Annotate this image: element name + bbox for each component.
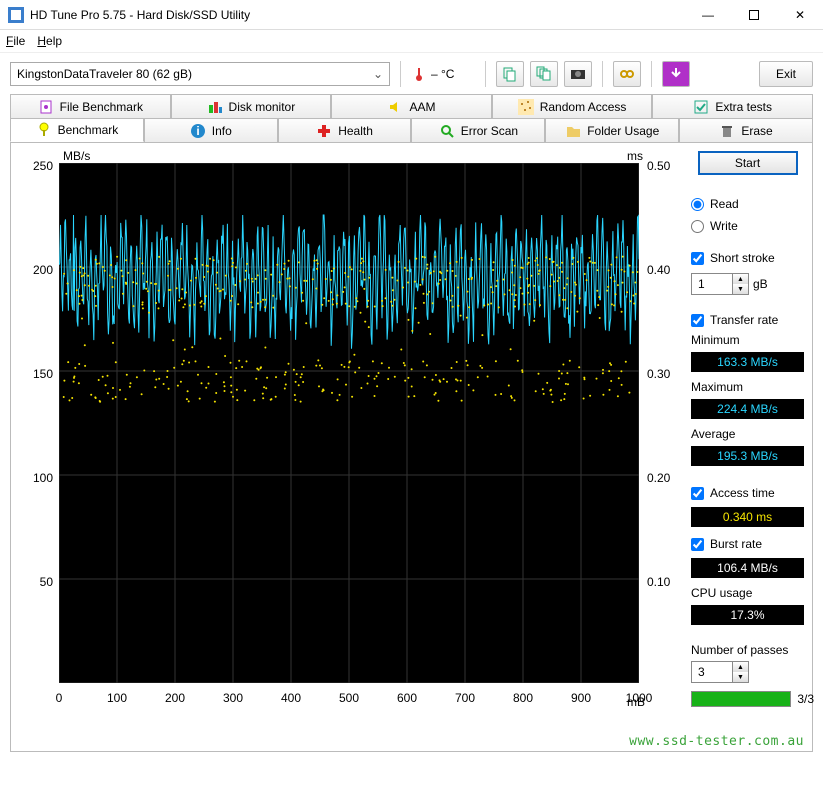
tab-erase[interactable]: Erase (679, 118, 813, 142)
average-label: Average (691, 427, 804, 441)
trash-icon (719, 123, 735, 139)
settings-button[interactable] (613, 61, 641, 87)
start-button[interactable]: Start (698, 151, 798, 175)
minimum-value: 163.3 MB/s (691, 352, 804, 372)
camera-icon (570, 66, 586, 82)
file-benchmark-icon (38, 99, 54, 115)
passes-progress-text: 3/3 (797, 692, 814, 706)
separator (651, 61, 652, 87)
write-radio[interactable]: Write (691, 219, 804, 233)
search-icon (439, 123, 455, 139)
svg-text:i: i (196, 124, 199, 138)
menu-file[interactable]: File (6, 34, 25, 48)
close-button[interactable]: ✕ (777, 0, 823, 30)
link-icon (619, 66, 635, 82)
spinner-up-icon[interactable]: ▲ (733, 662, 748, 672)
download-arrow-icon (668, 66, 684, 82)
monitor-icon (207, 99, 223, 115)
spinner-up-icon[interactable]: ▲ (733, 274, 748, 284)
short-stroke-check[interactable]: Short stroke (691, 251, 804, 265)
tab-file-benchmark[interactable]: File Benchmark (10, 94, 171, 118)
chart-plot-area (59, 163, 639, 683)
tab-content: MB/s ms 250 200 150 100 50 0.50 0.40 0.3… (10, 142, 813, 752)
window-title: HD Tune Pro 5.75 - Hard Disk/SSD Utility (30, 8, 685, 22)
menu-help[interactable]: Help (37, 34, 62, 48)
info-icon: i (190, 123, 206, 139)
average-value: 195.3 MB/s (691, 446, 804, 466)
tab-extra-tests[interactable]: Extra tests (652, 94, 813, 118)
y-axis-right-ticks: 0.50 0.40 0.30 0.20 0.10 (643, 151, 679, 691)
tab-disk-monitor[interactable]: Disk monitor (171, 94, 332, 118)
screenshot-button[interactable] (564, 61, 592, 87)
health-icon (316, 123, 332, 139)
burst-rate-check[interactable]: Burst rate (691, 537, 804, 551)
temperature-display: – °C (411, 66, 475, 82)
read-radio[interactable]: Read (691, 197, 804, 211)
temperature-value: – °C (431, 67, 454, 81)
minimum-label: Minimum (691, 333, 804, 347)
tab-folder-usage[interactable]: Folder Usage (545, 118, 679, 142)
burst-rate-value: 106.4 MB/s (691, 558, 804, 578)
minimize-button[interactable]: — (685, 0, 731, 30)
spinner-down-icon[interactable]: ▼ (733, 284, 748, 294)
app-icon (8, 7, 24, 23)
spinner-down-icon[interactable]: ▼ (733, 672, 748, 682)
separator (400, 61, 401, 87)
folder-icon (565, 123, 581, 139)
device-dropdown-value: KingstonDataTraveler 80 (62 gB) (17, 67, 192, 81)
short-stroke-unit: gB (753, 277, 768, 291)
cpu-usage-value: 17.3% (691, 605, 804, 625)
tabs: File Benchmark Disk monitor AAM Random A… (0, 94, 823, 142)
tab-info[interactable]: iInfo (144, 118, 278, 142)
benchmark-icon (36, 122, 52, 138)
copy-icon (502, 66, 518, 82)
maximum-label: Maximum (691, 380, 804, 394)
thermometer-icon (411, 66, 427, 82)
short-stroke-spinner[interactable]: 1▲▼ (691, 273, 749, 295)
num-passes-spinner[interactable]: 3▲▼ (691, 661, 749, 683)
y-axis-left-title: MB/s (63, 149, 90, 163)
toolbar: KingstonDataTraveler 80 (62 gB) ⌄ – °C E… (0, 52, 823, 94)
maximum-value: 224.4 MB/s (691, 399, 804, 419)
separator (602, 61, 603, 87)
x-axis-ticks: 0 100 200 300 400 500 600 700 800 900 10… (59, 691, 639, 711)
passes-progress: 3/3 (691, 691, 791, 707)
random-icon (518, 99, 534, 115)
titlebar: HD Tune Pro 5.75 - Hard Disk/SSD Utility… (0, 0, 823, 30)
copy-all-button[interactable] (530, 61, 558, 87)
tab-error-scan[interactable]: Error Scan (411, 118, 545, 142)
separator (485, 61, 486, 87)
benchmark-controls: Start Read Write Short stroke 1▲▼ gB Tra… (679, 151, 804, 747)
exit-button[interactable]: Exit (759, 61, 813, 87)
save-button[interactable] (662, 61, 690, 87)
transfer-rate-check[interactable]: Transfer rate (691, 313, 804, 327)
chevron-down-icon: ⌄ (373, 67, 383, 81)
tab-random-access[interactable]: Random Access (492, 94, 653, 118)
y-axis-left-ticks: 250 200 150 100 50 (19, 151, 57, 691)
menubar: File Help (0, 30, 823, 52)
num-passes-label: Number of passes (691, 643, 804, 657)
device-dropdown[interactable]: KingstonDataTraveler 80 (62 gB) ⌄ (10, 62, 390, 86)
tab-health[interactable]: Health (278, 118, 412, 142)
maximize-button[interactable] (731, 0, 777, 30)
copy-stack-icon (536, 66, 552, 82)
tab-benchmark[interactable]: Benchmark (10, 118, 144, 142)
access-time-check[interactable]: Access time (691, 486, 804, 500)
speaker-icon (387, 99, 403, 115)
x-axis-unit: mB (627, 695, 645, 709)
extra-icon (693, 99, 709, 115)
y-axis-right-title: ms (627, 149, 643, 163)
cpu-usage-label: CPU usage (691, 586, 804, 600)
access-time-value: 0.340 ms (691, 507, 804, 527)
benchmark-chart: MB/s ms 250 200 150 100 50 0.50 0.40 0.3… (19, 151, 679, 711)
copy-button[interactable] (496, 61, 524, 87)
tab-aam[interactable]: AAM (331, 94, 492, 118)
watermark: www.ssd-tester.com.au (629, 734, 804, 749)
